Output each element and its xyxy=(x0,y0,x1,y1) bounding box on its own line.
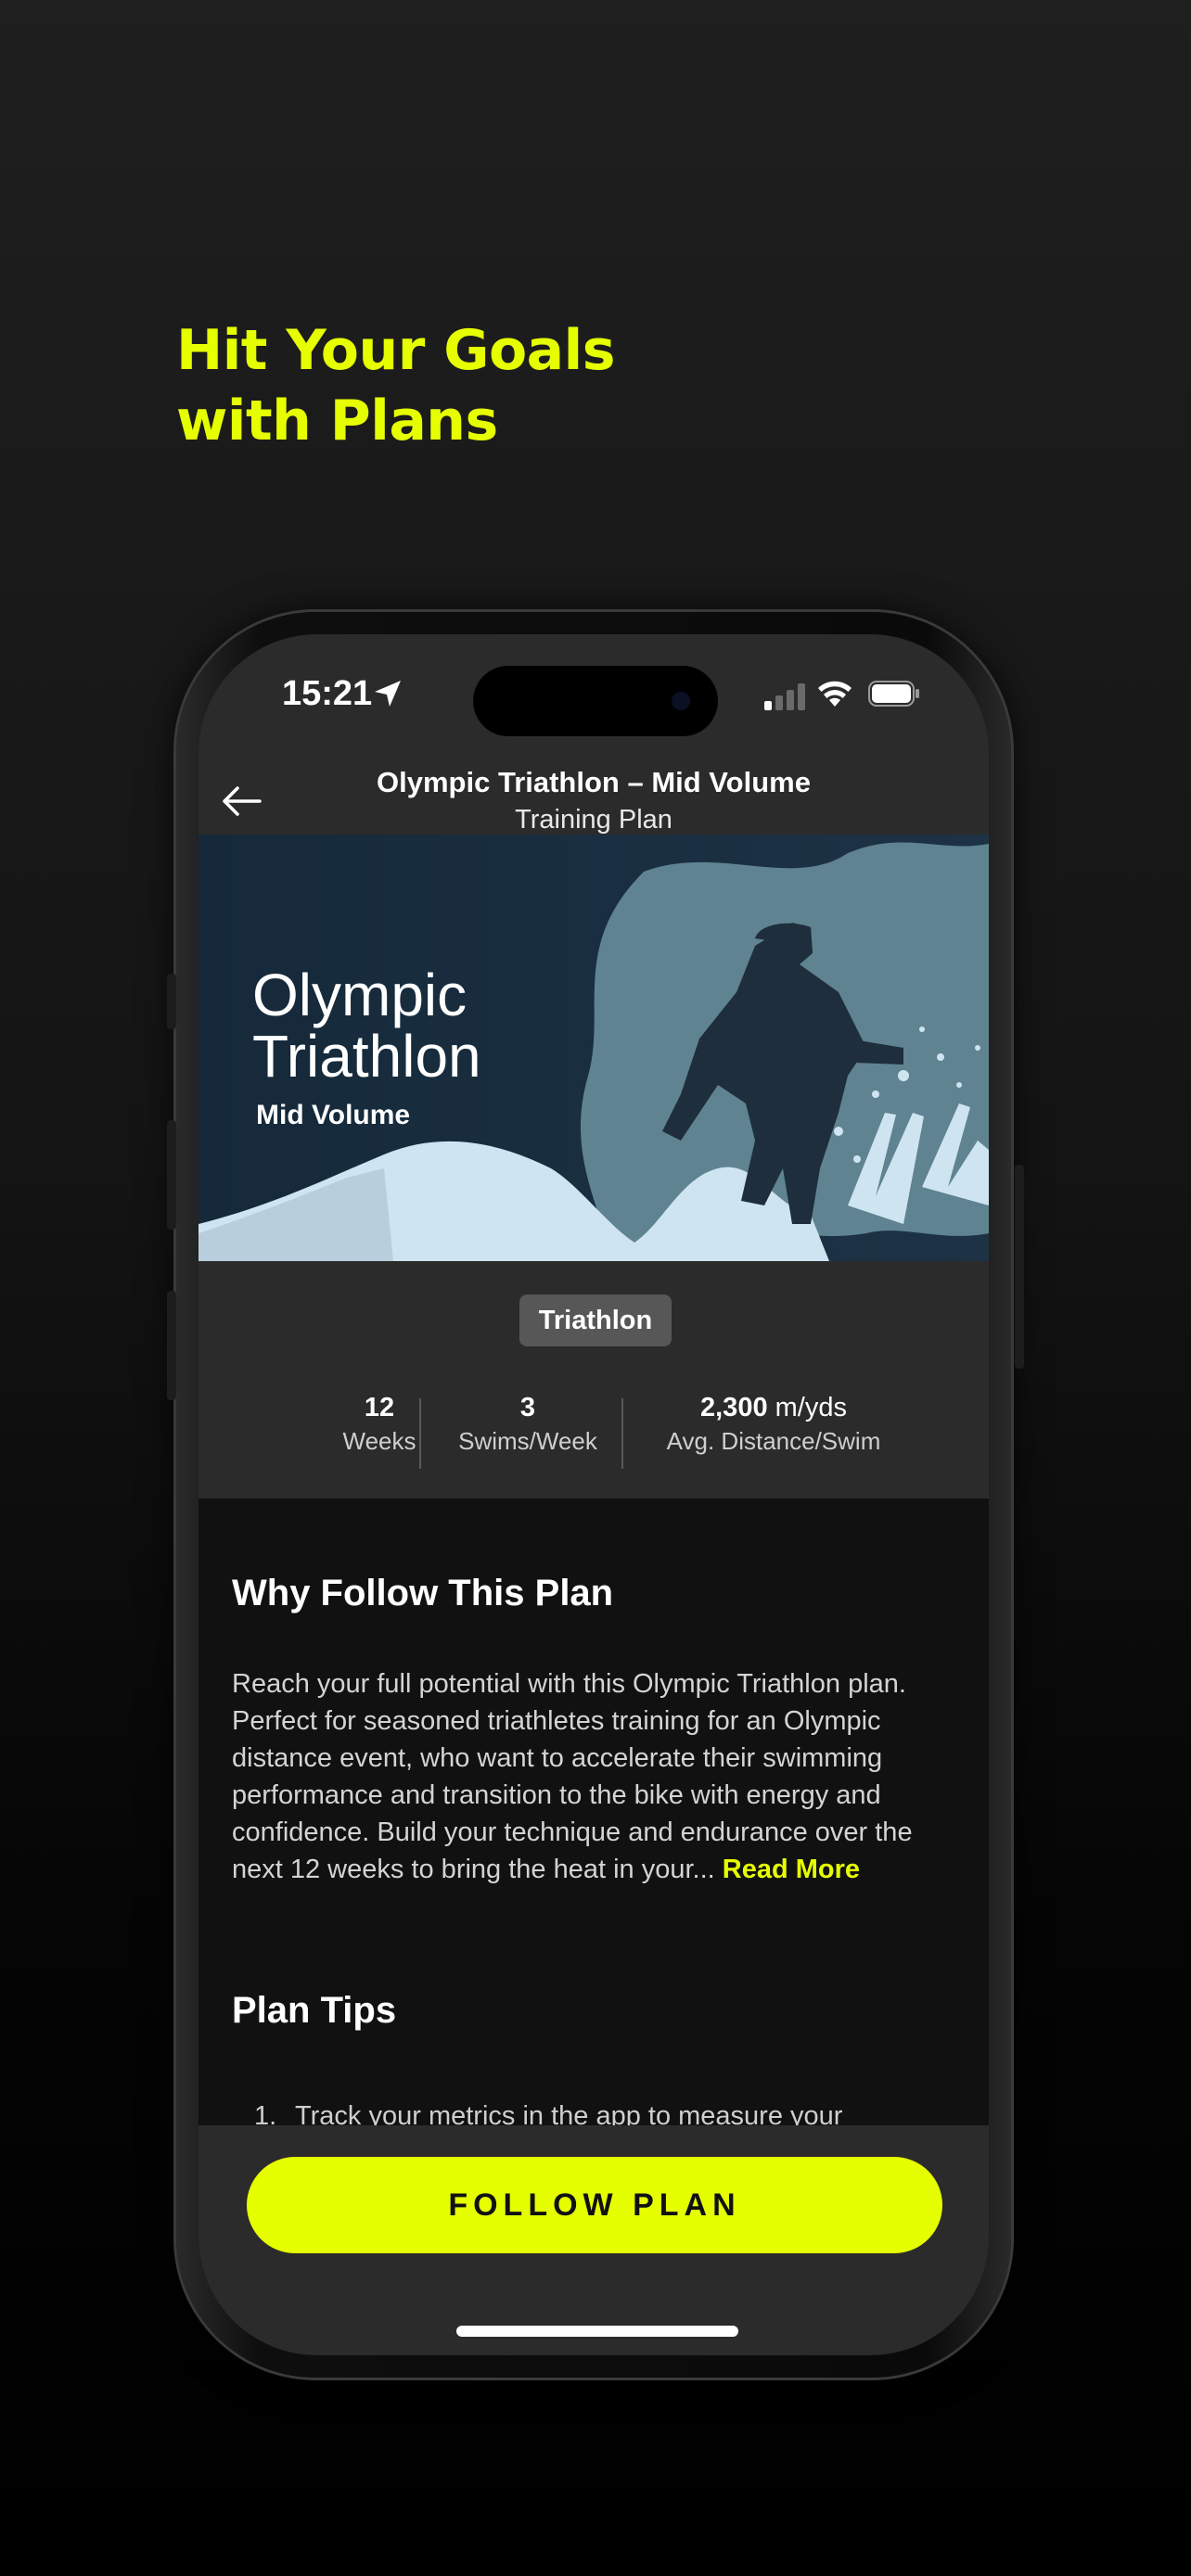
nav-subtitle: Training Plan xyxy=(515,805,672,835)
status-time: 15:21 xyxy=(282,674,373,713)
hero-title-line2: Triathlon xyxy=(252,1023,481,1090)
phone-power-button xyxy=(1015,1165,1024,1369)
phone-volume-up xyxy=(167,1120,176,1230)
why-follow-title: Why Follow This Plan xyxy=(232,1573,614,1613)
stat-label: Avg. Distance/Swim xyxy=(666,1427,881,1455)
phone-screen: 15:21 Olympic Triathlon – Mid Volume Tra… xyxy=(198,634,989,2355)
stat-label: Weeks xyxy=(342,1427,416,1455)
camera-icon xyxy=(672,692,690,710)
status-bar: 15:21 xyxy=(198,634,989,755)
category-tag: Triathlon xyxy=(519,1294,672,1346)
stat-divider xyxy=(419,1398,421,1469)
hero-title-line1: Olympic xyxy=(252,962,467,1028)
stat-swims-per-week: 3 Swims/Week xyxy=(435,1391,621,1458)
signal-icon xyxy=(764,683,805,710)
stat-value: 12 xyxy=(364,1393,395,1422)
location-arrow-icon xyxy=(375,681,401,707)
stat-weeks: 12 Weeks xyxy=(310,1391,449,1458)
wifi-icon xyxy=(818,681,852,707)
plan-content: Why Follow This Plan Reach your full pot… xyxy=(198,1498,989,2131)
bottom-action-bar: FOLLOW PLAN xyxy=(198,2125,989,2355)
phone-volume-down xyxy=(167,1291,176,1400)
promo-headline: Hit Your Goals with Plans xyxy=(176,315,615,456)
stat-label: Swims/Week xyxy=(458,1427,597,1455)
nav-title: Olympic Triathlon – Mid Volume xyxy=(377,766,811,798)
plan-info-panel: Triathlon 12 Weeks 3 Swims/Week 2,300 m/… xyxy=(198,1261,989,1498)
stat-divider xyxy=(621,1398,623,1469)
stat-value: 2,300 m/yds xyxy=(700,1393,847,1422)
plan-description: Reach your full potential with this Olym… xyxy=(232,1665,965,1888)
plan-tips-title: Plan Tips xyxy=(232,1990,397,2031)
stat-avg-distance: 2,300 m/yds Avg. Distance/Swim xyxy=(634,1391,913,1458)
promo-headline-line2: with Plans xyxy=(176,389,498,453)
read-more-link[interactable]: Read More xyxy=(723,1855,860,1884)
hero-title: Olympic Triathlon xyxy=(252,964,481,1087)
stat-value: 3 xyxy=(519,1393,536,1422)
phone-side-button xyxy=(167,974,176,1029)
hero-banner: Olympic Triathlon Mid Volume xyxy=(198,835,989,1261)
hero-subtitle: Mid Volume xyxy=(256,1100,411,1130)
plan-stats: 12 Weeks 3 Swims/Week 2,300 m/yds Avg. D… xyxy=(198,1391,989,1469)
home-indicator[interactable] xyxy=(456,2326,738,2337)
follow-plan-button[interactable]: FOLLOW PLAN xyxy=(247,2157,942,2253)
dynamic-island xyxy=(473,666,718,736)
plan-description-text: Reach your full potential with this Olym… xyxy=(232,1669,913,1884)
promo-headline-line1: Hit Your Goals xyxy=(176,318,615,383)
battery-icon xyxy=(868,681,919,707)
